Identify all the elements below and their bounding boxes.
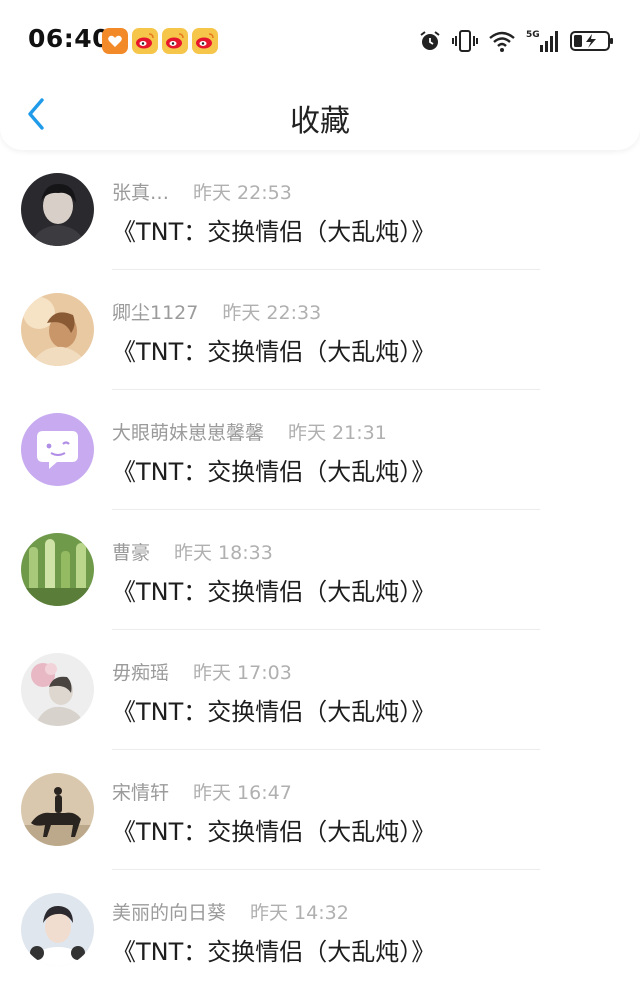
avatar bbox=[21, 773, 94, 846]
timestamp: 昨天 18:33 bbox=[174, 542, 273, 564]
timestamp: 昨天 17:03 bbox=[193, 662, 292, 684]
list-item[interactable]: 大眼萌妹崽崽馨馨 昨天 21:31 《TNT：交换情侣（大乱炖）》 bbox=[0, 390, 640, 510]
timestamp: 昨天 22:53 bbox=[193, 182, 292, 204]
weibo-icon bbox=[132, 28, 158, 54]
vibrate-icon bbox=[452, 29, 478, 53]
timestamp: 昨天 21:31 bbox=[288, 422, 387, 444]
avatar bbox=[21, 413, 94, 486]
avatar bbox=[21, 533, 94, 606]
system-icons: 5G bbox=[418, 26, 614, 56]
sender-name: 曹豪 bbox=[112, 542, 151, 564]
timestamp: 昨天 22:33 bbox=[222, 302, 322, 324]
avatar bbox=[21, 653, 94, 726]
timestamp: 昨天 14:32 bbox=[250, 902, 349, 924]
header: 06:40 5G 收藏 bbox=[0, 0, 640, 150]
message-text: 《TNT：交换情侣（大乱炖）》 bbox=[112, 218, 436, 246]
app-orange-icon bbox=[102, 28, 128, 54]
list-item[interactable]: 张真… 昨天 22:53 《TNT：交换情侣（大乱炖）》 bbox=[0, 150, 640, 270]
weibo-icon bbox=[162, 28, 188, 54]
sender-name: 宋情轩 bbox=[112, 782, 170, 804]
avatar bbox=[21, 893, 94, 966]
timestamp: 昨天 16:47 bbox=[193, 782, 292, 804]
signal-5g-icon: 5G bbox=[526, 28, 560, 54]
avatar bbox=[21, 173, 94, 246]
list-item[interactable]: 毋痴瑶 昨天 17:03 《TNT：交换情侣（大乱炖）》 bbox=[0, 630, 640, 750]
list-item[interactable]: 美丽的向日葵 昨天 14:32 《TNT：交换情侣（大乱炖）》 bbox=[0, 870, 640, 990]
sender-name: 美丽的向日葵 bbox=[112, 902, 227, 924]
wifi-icon bbox=[488, 29, 516, 53]
svg-text:5G: 5G bbox=[526, 30, 540, 40]
message-text: 《TNT：交换情侣（大乱炖）》 bbox=[112, 578, 436, 606]
battery-charging-icon bbox=[570, 29, 614, 53]
message-text: 《TNT：交换情侣（大乱炖）》 bbox=[112, 698, 436, 726]
sender-name: 张真… bbox=[112, 182, 170, 204]
page-title: 收藏 bbox=[290, 104, 350, 139]
sender-name: 毋痴瑶 bbox=[112, 662, 170, 684]
list-item[interactable]: 宋情轩 昨天 16:47 《TNT：交换情侣（大乱炖）》 bbox=[0, 750, 640, 870]
status-time: 06:40 bbox=[28, 24, 111, 53]
navbar: 收藏 bbox=[0, 80, 640, 150]
alarm-icon bbox=[418, 29, 442, 53]
message-text: 《TNT：交换情侣（大乱炖）》 bbox=[112, 338, 436, 366]
weibo-icon bbox=[192, 28, 218, 54]
sender-name: 大眼萌妹崽崽馨馨 bbox=[112, 422, 265, 444]
message-text: 《TNT：交换情侣（大乱炖）》 bbox=[112, 458, 436, 486]
status-bar: 06:40 5G bbox=[0, 0, 640, 80]
favorites-list: 张真… 昨天 22:53 《TNT：交换情侣（大乱炖）》 卿尘1127 昨天 22:… bbox=[0, 150, 640, 990]
list-item[interactable]: 卿尘1127 昨天 22:33 《TNT：交换情侣（大乱炖）》 bbox=[0, 270, 640, 390]
avatar bbox=[21, 293, 94, 366]
list-item[interactable]: 曹豪 昨天 18:33 《TNT：交换情侣（大乱炖）》 bbox=[0, 510, 640, 630]
message-text: 《TNT：交换情侣（大乱炖）》 bbox=[112, 818, 436, 846]
sender-name: 卿尘1127 bbox=[112, 302, 199, 324]
message-text: 《TNT：交换情侣（大乱炖）》 bbox=[112, 938, 436, 966]
